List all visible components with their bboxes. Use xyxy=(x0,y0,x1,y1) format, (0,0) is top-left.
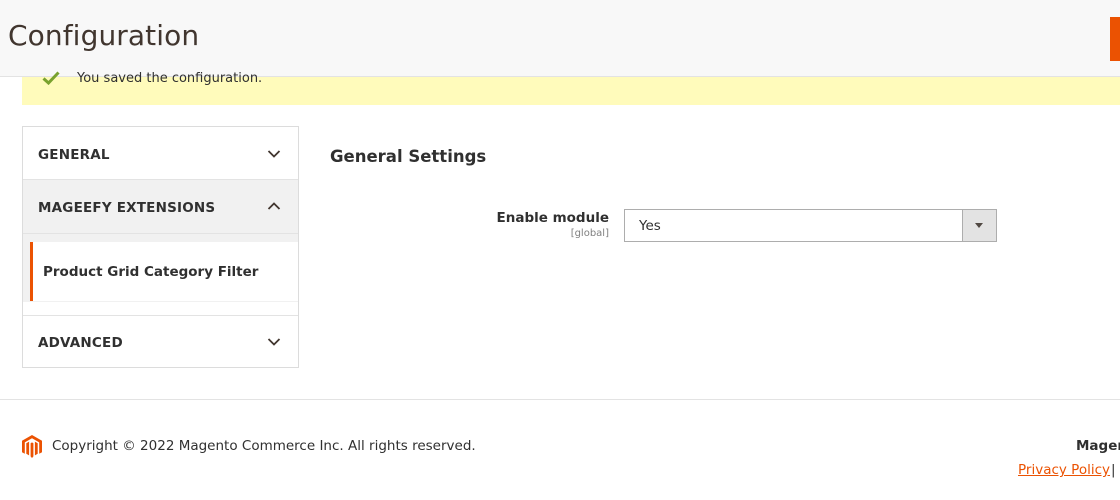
sidebar-section-label: GENERAL xyxy=(38,147,110,163)
checkmark-icon xyxy=(42,71,60,85)
select-value: Yes xyxy=(639,218,661,234)
sidebar-section-label: MAGEEFY EXTENSIONS xyxy=(38,200,216,216)
footer-separator: | xyxy=(1111,462,1116,478)
sidebar-section-advanced[interactable]: ADVANCED xyxy=(23,315,298,367)
sidebar-section-mageefy-extensions[interactable]: MAGEEFY EXTENSIONS xyxy=(23,180,298,234)
field-label-enable-module: Enable module xyxy=(496,210,610,226)
success-message: You saved the configuration. xyxy=(22,71,1120,105)
copyright-text: Copyright © 2022 Magento Commerce Inc. A… xyxy=(52,438,476,454)
chevron-down-icon xyxy=(267,338,281,346)
sidebar-section-label: ADVANCED xyxy=(38,335,123,351)
privacy-policy-link[interactable]: Privacy Policy xyxy=(1018,462,1110,478)
field-scope: [global] xyxy=(570,228,609,239)
footer-brand: Mager xyxy=(1076,438,1120,454)
sidebar-item-wrapper: Product Grid Category Filter xyxy=(23,234,298,302)
magento-logo-icon xyxy=(22,435,42,458)
success-message-text: You saved the configuration. xyxy=(77,71,263,86)
page-header: Configuration xyxy=(0,0,1120,77)
page-title: Configuration xyxy=(8,19,200,52)
save-config-button[interactable] xyxy=(1110,17,1120,61)
sidebar-item-label: Product Grid Category Filter xyxy=(43,264,259,280)
sidebar-section-general[interactable]: GENERAL xyxy=(23,127,298,180)
chevron-up-icon xyxy=(267,202,281,210)
page-footer: Copyright © 2022 Magento Commerce Inc. A… xyxy=(0,400,1120,500)
enable-module-select[interactable]: Yes xyxy=(624,209,997,242)
config-sidebar: GENERAL MAGEEFY EXTENSIONS Product Grid … xyxy=(22,126,299,368)
sidebar-item-product-grid-category-filter[interactable]: Product Grid Category Filter xyxy=(30,242,298,301)
select-toggle[interactable] xyxy=(962,210,996,241)
chevron-down-icon xyxy=(267,150,281,158)
section-heading: General Settings xyxy=(330,147,487,166)
caret-down-icon xyxy=(975,223,983,228)
